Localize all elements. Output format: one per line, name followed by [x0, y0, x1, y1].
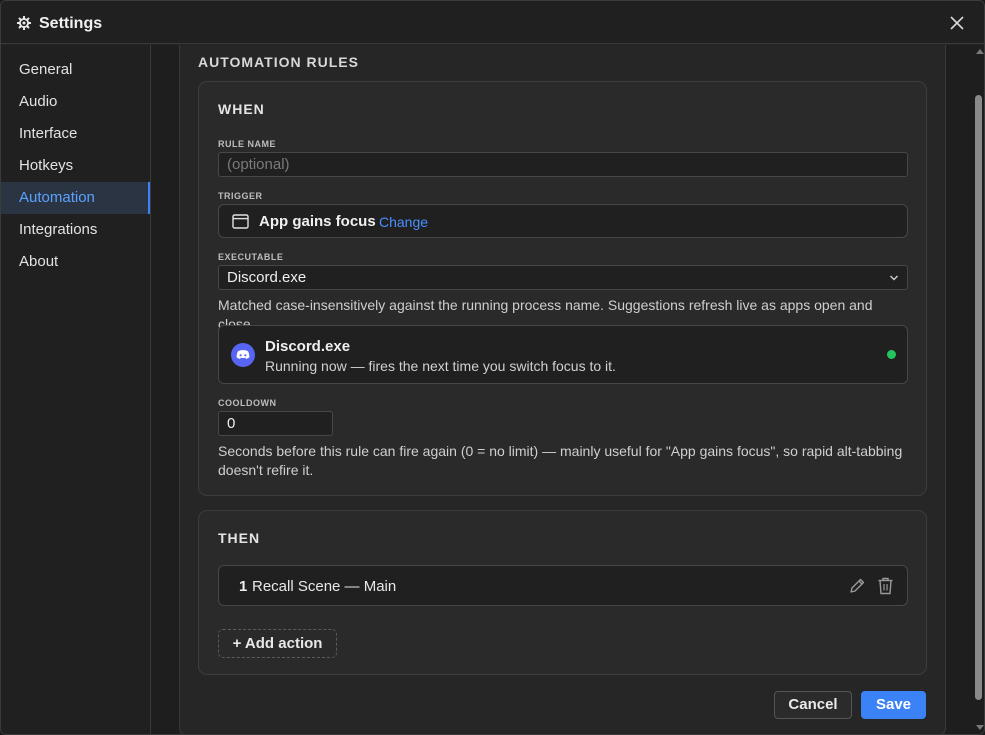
pencil-icon[interactable]	[848, 577, 866, 595]
then-title: THEN	[218, 530, 261, 546]
app-name: Discord.exe	[265, 338, 351, 355]
sidebar-item-interface[interactable]: Interface	[1, 118, 150, 150]
action-label: Recall Scene — Main	[252, 578, 397, 595]
when-title: WHEN	[218, 101, 265, 117]
app-status-card: Discord.exe Running now — fires the next…	[218, 325, 908, 384]
running-indicator	[887, 350, 896, 359]
sidebar: General Audio Interface Hotkeys Automati…	[1, 45, 151, 734]
sidebar-item-automation[interactable]: Automation	[1, 182, 150, 214]
trigger-label: TRIGGER	[218, 191, 263, 201]
window-title: Settings	[39, 15, 103, 32]
executable-value: Discord.exe	[227, 269, 307, 286]
cooldown-input[interactable]: 0	[218, 411, 333, 436]
action-row[interactable]: 1 Recall Scene — Main	[218, 565, 908, 606]
chevron-down-icon	[890, 275, 898, 281]
discord-icon	[231, 343, 255, 367]
title-bar: Settings	[1, 1, 984, 44]
executable-label: EXECUTABLE	[218, 252, 284, 262]
gear-icon	[17, 16, 31, 30]
scroll-up-arrow[interactable]	[976, 49, 984, 54]
save-button[interactable]: Save	[861, 691, 926, 719]
content-area: AUTOMATION RULES WHEN RULE NAME (optiona…	[151, 45, 974, 734]
scrollbar[interactable]	[974, 45, 984, 734]
cancel-button[interactable]: Cancel	[774, 691, 852, 719]
executable-select[interactable]: Discord.exe	[218, 265, 908, 290]
scrollbar-thumb[interactable]	[975, 95, 982, 700]
sidebar-item-audio[interactable]: Audio	[1, 86, 150, 118]
sidebar-item-hotkeys[interactable]: Hotkeys	[1, 150, 150, 182]
rule-name-label: RULE NAME	[218, 139, 276, 149]
window-icon	[232, 214, 249, 229]
trigger-field[interactable]: App gains focus Change	[218, 204, 908, 238]
action-index: 1	[239, 578, 248, 595]
cooldown-label: COOLDOWN	[218, 398, 277, 408]
rule-name-input[interactable]: (optional)	[218, 152, 908, 177]
trigger-value: App gains focus	[259, 213, 376, 230]
section-title: AUTOMATION RULES	[198, 54, 359, 70]
trash-icon[interactable]	[877, 577, 894, 595]
cooldown-help: Seconds before this rule can fire again …	[218, 443, 903, 478]
app-status-text: Running now — fires the next time you sw…	[265, 358, 616, 374]
close-icon[interactable]	[948, 14, 966, 32]
when-card: WHEN RULE NAME (optional) TRIGGER App ga…	[198, 81, 927, 496]
trigger-change-link[interactable]: Change	[379, 214, 428, 230]
sidebar-item-general[interactable]: General	[1, 54, 150, 86]
sidebar-item-integrations[interactable]: Integrations	[1, 214, 150, 246]
sidebar-item-about[interactable]: About	[1, 246, 150, 278]
settings-window: Settings General Audio Interface Hotkeys…	[0, 0, 985, 735]
then-card: THEN 1 Recall Scene — Main + Add action	[198, 510, 927, 675]
scroll-down-arrow[interactable]	[976, 725, 984, 730]
add-action-button[interactable]: + Add action	[218, 629, 337, 658]
